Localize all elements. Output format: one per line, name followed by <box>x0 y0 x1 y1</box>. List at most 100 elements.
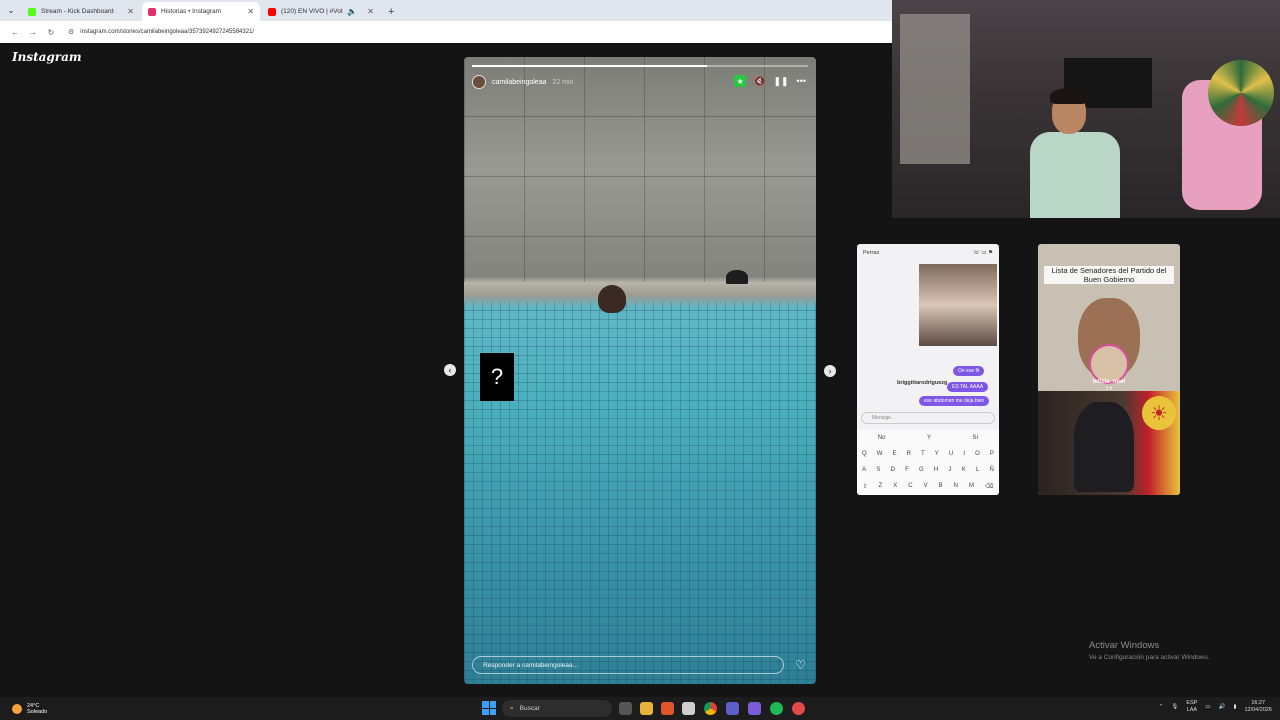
pause-icon[interactable]: ❚❚ <box>773 76 788 87</box>
key: Y <box>926 435 931 441</box>
brave-browser-icon[interactable] <box>661 702 674 715</box>
like-heart-icon[interactable]: ♡ <box>795 658 806 672</box>
story-preview-next[interactable]: Lista de Senadores del Partido del Buen … <box>1038 244 1180 495</box>
key: L <box>975 467 980 473</box>
store-icon[interactable] <box>682 702 695 715</box>
close-icon[interactable]: ✕ <box>127 7 134 16</box>
key: H <box>933 467 939 473</box>
sun-logo-icon: ☀ <box>1142 396 1176 430</box>
tab-search-icon[interactable]: ⌄ <box>0 0 22 21</box>
chevron-up-icon[interactable]: ⌃ <box>1159 704 1164 710</box>
preview-caption: Lista de Senadores del Partido del Buen … <box>1044 266 1174 284</box>
preview-time: 2 h <box>1105 386 1113 392</box>
close-icon[interactable]: ✕ <box>367 7 374 16</box>
keyboard-suggestions: No Y Sí <box>857 430 999 446</box>
avatar <box>1089 344 1129 384</box>
story-controls: ★ 🔇 ❚❚ ••• <box>734 75 806 87</box>
key: V <box>923 483 928 489</box>
spotify-icon[interactable] <box>770 702 783 715</box>
story-image-person <box>598 285 626 313</box>
more-options-icon[interactable]: ••• <box>797 76 806 86</box>
back-icon[interactable]: ← <box>6 28 24 37</box>
key: M <box>968 483 974 489</box>
previous-story-icon[interactable]: ‹ <box>444 364 456 376</box>
start-button-windows-icon[interactable] <box>482 701 496 715</box>
weather-desc: Soleado <box>27 708 48 715</box>
webcam-streamer-body <box>1030 132 1120 218</box>
keyboard-row: Q W E R T Y U I O P <box>857 446 999 462</box>
obs-icon[interactable] <box>792 702 805 715</box>
task-view-icon[interactable] <box>619 702 632 715</box>
close-icon[interactable]: ✕ <box>247 7 254 16</box>
keyboard-row: A S D F G H J K L Ñ <box>857 462 999 478</box>
search-icon: ⌕ <box>510 704 514 712</box>
taskbar-search[interactable]: ⌕ Buscar <box>502 700 612 717</box>
reply-input[interactable]: Responder a camilabeingoleaa... <box>472 656 784 674</box>
instagram-logo[interactable]: Instagram <box>12 50 82 64</box>
language-indicator[interactable]: ESP LAA <box>1186 700 1197 714</box>
key: Ñ <box>989 467 994 473</box>
speaker-icon[interactable]: 🔈 <box>347 7 357 16</box>
key: A <box>862 467 867 473</box>
reload-icon[interactable]: ↻ <box>42 28 60 37</box>
volume-icon[interactable]: 🔊 <box>1219 704 1226 710</box>
key: K <box>961 467 966 473</box>
key: F <box>905 467 909 473</box>
clock-time: 16:27 <box>1251 700 1266 706</box>
microphone-icon[interactable]: 🎙 <box>1171 704 1178 710</box>
key: C <box>908 483 913 489</box>
url-text: instagram.com/stories/camilabeingoleaa/3… <box>80 29 255 35</box>
new-tab-button[interactable]: + <box>382 2 400 21</box>
key: R <box>906 451 911 457</box>
clock[interactable]: 16:27 12/04/2026 <box>1244 700 1272 714</box>
key: Sí <box>972 435 979 441</box>
tab-kick-dashboard[interactable]: Stream - Kick Dashboard ✕ <box>22 2 140 21</box>
key: U <box>948 451 954 457</box>
weather-widget[interactable]: 24°C Soleado <box>12 703 47 715</box>
story-progress-bar <box>472 65 808 67</box>
next-story-icon[interactable]: › <box>824 365 836 377</box>
file-explorer-icon[interactable] <box>640 702 653 715</box>
preview-man <box>1074 402 1134 492</box>
browser-toolbar: ← → ↻ ⚙ instagram.com/stories/camilabein… <box>0 21 892 43</box>
key: N <box>953 483 958 489</box>
story-image-pool <box>464 302 816 684</box>
browser-tab-bar: ⌄ Stream - Kick Dashboard ✕ Historias • … <box>0 0 892 21</box>
chat-photo <box>919 264 997 346</box>
tab-instagram[interactable]: Historias • Instagram ✕ <box>142 2 260 21</box>
search-placeholder: Buscar <box>519 705 540 712</box>
key: W <box>876 451 883 457</box>
key: G <box>919 467 924 473</box>
tab-youtube[interactable]: (120) EN VIVO | #Voto2026 🔈 ✕ <box>262 2 380 21</box>
chat-message: Oe ese fit <box>953 366 985 376</box>
key: J <box>948 467 952 473</box>
network-icon[interactable]: ▭ <box>1205 704 1210 710</box>
avatar[interactable] <box>472 75 486 89</box>
story-username[interactable]: camilabeingoleaa <box>492 79 546 86</box>
watermark-subtitle: Ve a Configuración para activar Windows. <box>1089 654 1210 661</box>
close-friends-star-icon: ★ <box>734 75 747 87</box>
chat-input: Mensaje... <box>861 412 995 424</box>
story-preview-previous[interactable]: Perras ☏ ▭ ⚑ Oe ese fit ES TAL AAAA ese … <box>857 244 999 495</box>
story-progress-fill <box>472 65 708 67</box>
story-viewer[interactable]: camilabeingoleaa 22 min ★ 🔇 ❚❚ ••• ? Res… <box>464 57 816 684</box>
story-image-object <box>726 270 748 284</box>
webcam-shelf <box>900 14 970 164</box>
mute-icon[interactable]: 🔇 <box>754 76 765 87</box>
messenger-icon[interactable] <box>748 702 761 715</box>
tab-title: Historias • Instagram <box>161 8 222 15</box>
keyboard-layout: LAA <box>1186 707 1198 713</box>
key: I <box>963 451 965 457</box>
address-bar[interactable]: ⚙ instagram.com/stories/camilabeingoleaa… <box>68 24 884 40</box>
censor-box: ? <box>480 353 514 401</box>
tagged-username: briggittarodriguezg <box>897 380 948 386</box>
chat-header: Perras ☏ ▭ ⚑ <box>857 244 999 262</box>
site-info-icon[interactable]: ⚙ <box>68 28 74 36</box>
forward-icon[interactable]: → <box>24 28 42 37</box>
watermark-title: Activar Windows <box>1089 640 1160 651</box>
battery-icon[interactable]: ▮ <box>1233 704 1236 710</box>
chrome-icon[interactable] <box>704 702 717 715</box>
teams-icon[interactable] <box>726 702 739 715</box>
key: E <box>892 451 897 457</box>
tab-title: Stream - Kick Dashboard <box>41 8 114 15</box>
